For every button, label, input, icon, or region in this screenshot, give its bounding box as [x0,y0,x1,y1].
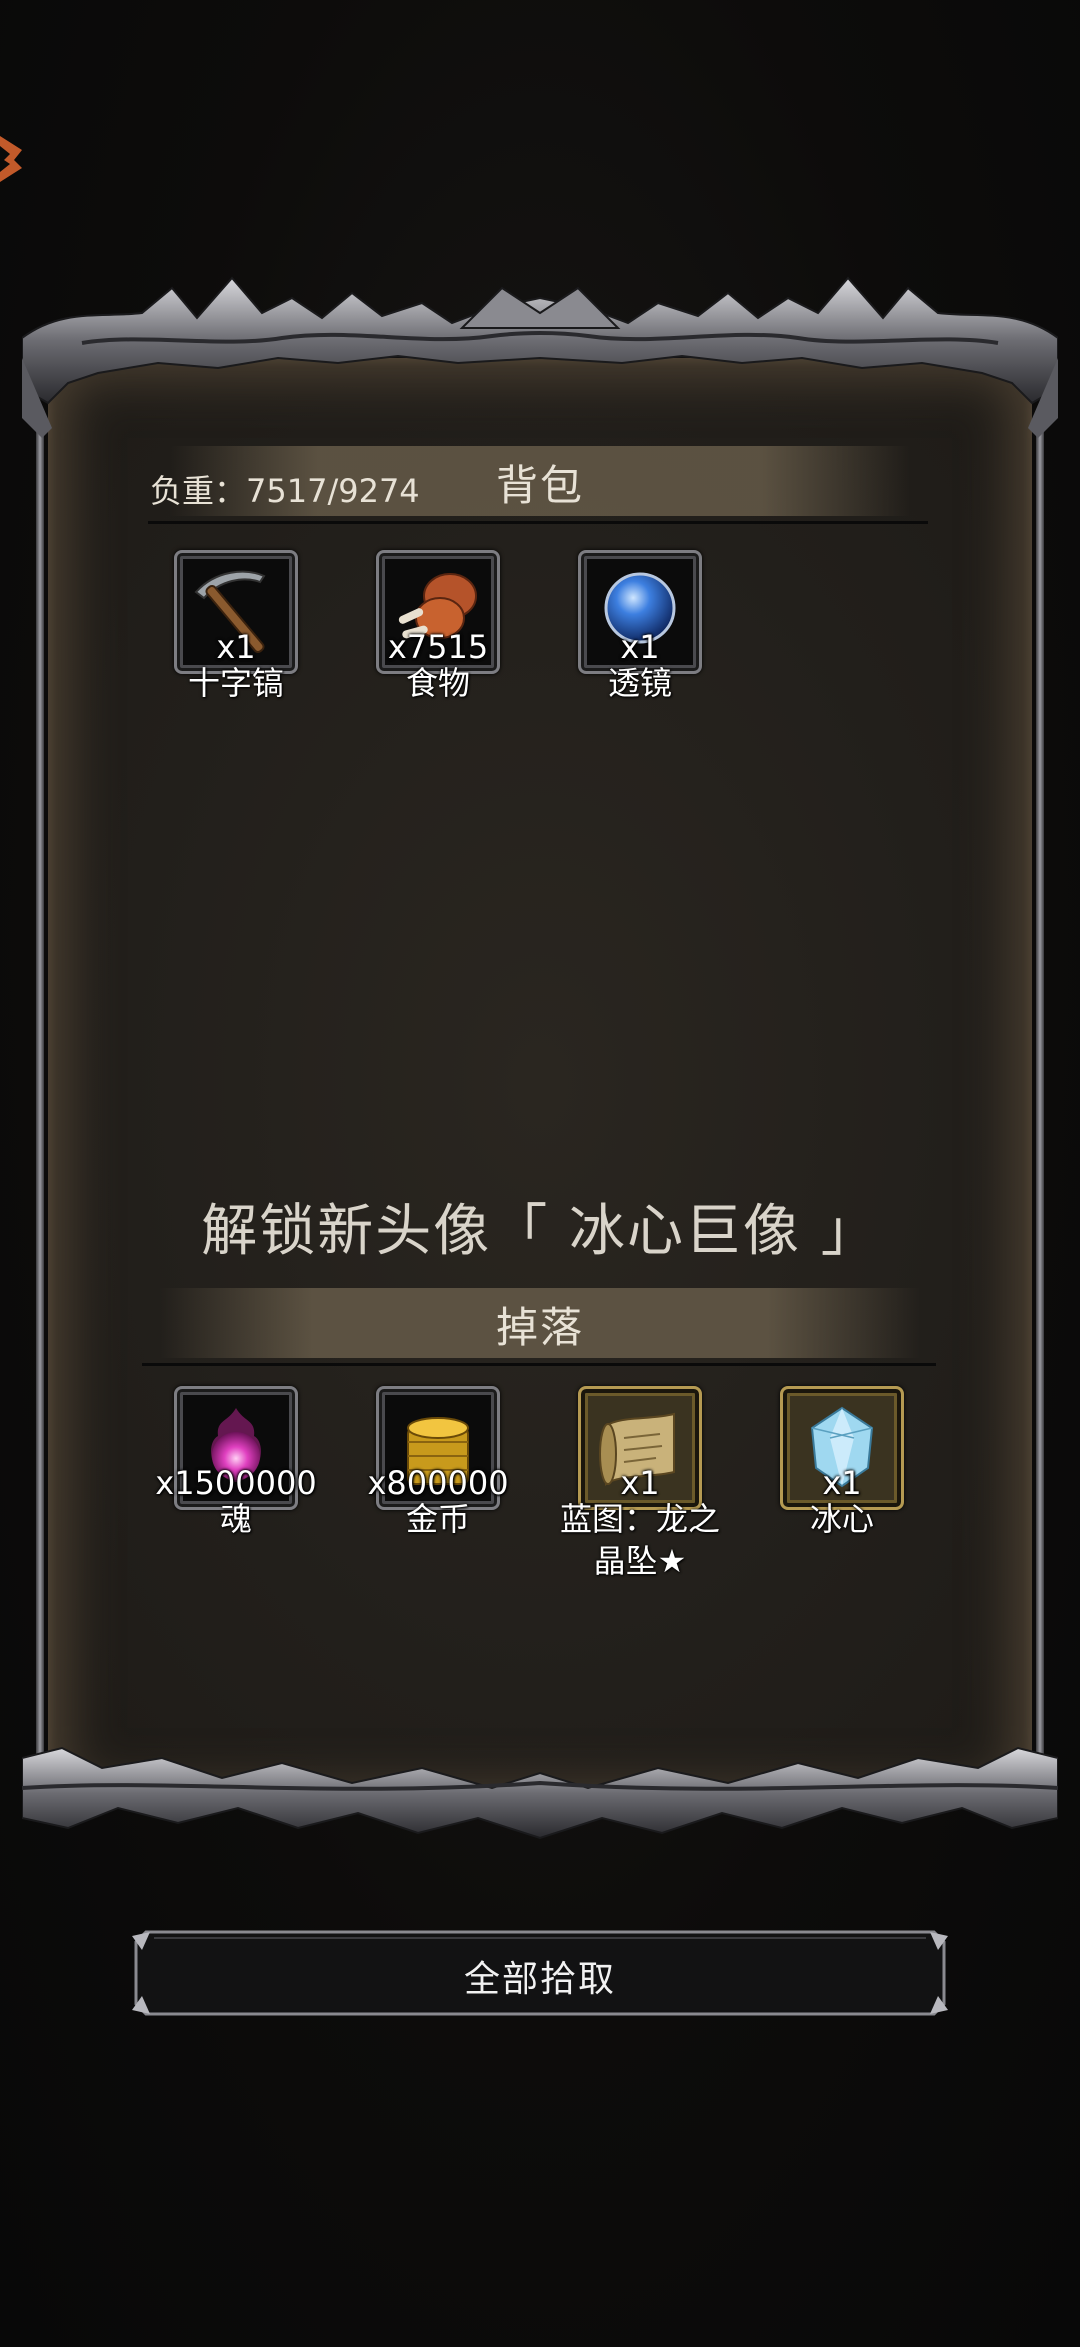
unlock-avatar-message: 解锁新头像「 冰心巨像 」 [201,1199,879,1264]
drop-item-blueprint[interactable]: x1 蓝图：龙之晶坠★ [560,1386,720,1580]
inventory-item-pickaxe[interactable]: x1 十字镐 [174,550,298,702]
frame-right-border [1036,418,1044,1758]
pick-all-label: 全部拾取 [463,1959,616,2000]
drop-item-gold[interactable]: x800000 金币 [367,1386,509,1538]
corner-ornament-icon [0,136,22,182]
item-count: x1 [620,628,660,666]
item-name: 冰心 [809,1500,874,1538]
drop-item-soul[interactable]: x1500000 魂 [155,1386,317,1538]
ornate-frame-top [22,276,1058,438]
pick-all-button[interactable]: 全部拾取 [132,1928,948,2018]
carry-weight-label: 负重：7517/9274 [150,472,420,510]
drops-title: 掉落 [496,1303,585,1352]
item-name: 金币 [405,1500,470,1538]
ornate-frame-bottom [22,1746,1058,1840]
inventory-item-food[interactable]: x7515 食物 [376,550,500,702]
item-name: 透镜 [607,664,672,702]
frame-left-border [36,418,44,1758]
drop-item-ice-heart[interactable]: x1 冰心 [780,1386,904,1538]
inventory-item-lens[interactable]: x1 透镜 [578,550,702,702]
inventory-header-divider [148,521,928,524]
item-count: x1 [822,1464,862,1502]
drops-header-divider [142,1363,936,1366]
inventory-title: 背包 [496,461,585,510]
